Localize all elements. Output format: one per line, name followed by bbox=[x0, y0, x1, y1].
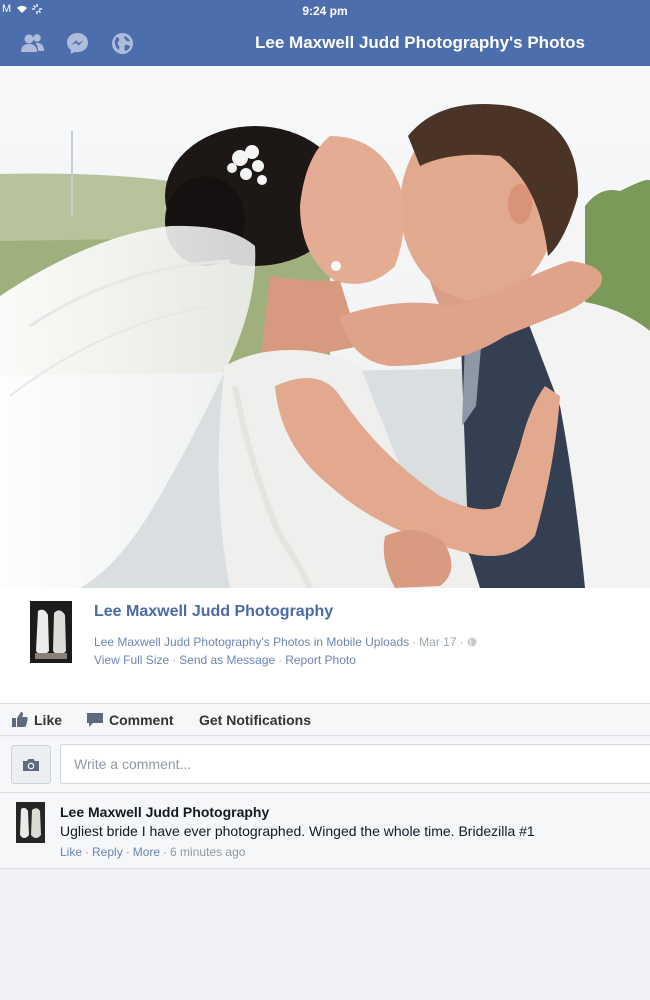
commenter-avatar[interactable] bbox=[16, 802, 45, 843]
post-date[interactable]: Mar 17 bbox=[419, 635, 456, 649]
public-globe-icon bbox=[467, 637, 476, 647]
post-links: View Full Size · Send as Message · Report Ph… bbox=[94, 653, 356, 667]
album-link[interactable]: Lee Maxwell Judd Photography's Photos in… bbox=[94, 635, 409, 649]
send-as-message-link[interactable]: Send as Message bbox=[179, 653, 275, 667]
post-info: Lee Maxwell Judd Photography Lee Maxwell… bbox=[0, 588, 650, 704]
comment-composer bbox=[0, 737, 650, 793]
top-bar: M 9:24 pm Lee Maxwell Judd Photography's… bbox=[0, 0, 650, 66]
camera-icon bbox=[23, 758, 39, 771]
comment-meta: Like · Reply · More · 6 minutes ago bbox=[60, 845, 246, 859]
messenger-icon[interactable] bbox=[65, 32, 90, 54]
globe-icon[interactable] bbox=[110, 32, 135, 54]
wedding-photo[interactable] bbox=[0, 66, 650, 588]
camera-button[interactable] bbox=[11, 745, 51, 784]
comment-item: Lee Maxwell Judd Photography Ugliest bri… bbox=[0, 794, 650, 869]
comment-button[interactable]: Comment bbox=[87, 712, 174, 728]
status-time: 9:24 pm bbox=[302, 4, 348, 18]
post-meta: Lee Maxwell Judd Photography's Photos in… bbox=[94, 635, 477, 649]
comment-timestamp: 6 minutes ago bbox=[170, 845, 246, 859]
comment-like-link[interactable]: Like bbox=[60, 845, 82, 859]
comment-reply-link[interactable]: Reply bbox=[92, 845, 123, 859]
page-title: Lee Maxwell Judd Photography's Photos bbox=[255, 33, 585, 52]
comment-label: Comment bbox=[109, 711, 174, 728]
comment-icon bbox=[87, 712, 103, 727]
post-author-link[interactable]: Lee Maxwell Judd Photography bbox=[94, 603, 333, 621]
like-label: Like bbox=[34, 711, 63, 728]
like-button[interactable]: Like bbox=[12, 712, 62, 728]
get-notifications-button[interactable]: Get Notifications bbox=[199, 712, 311, 728]
action-bar: Like Comment Get Notifications bbox=[0, 704, 650, 736]
comment-input[interactable] bbox=[60, 744, 650, 784]
comment-author-link[interactable]: Lee Maxwell Judd Photography bbox=[60, 804, 269, 820]
friends-icon[interactable] bbox=[20, 32, 45, 54]
view-full-size-link[interactable]: View Full Size bbox=[94, 653, 169, 667]
nav-icons bbox=[20, 32, 135, 54]
comment-text: Ugliest bride I have ever photographed. … bbox=[60, 823, 535, 839]
author-avatar[interactable] bbox=[30, 601, 72, 663]
thumbs-up-icon bbox=[12, 712, 28, 727]
notifications-label: Get Notifications bbox=[199, 711, 312, 728]
comment-more-link[interactable]: More bbox=[133, 845, 160, 859]
report-photo-link[interactable]: Report Photo bbox=[285, 653, 356, 667]
